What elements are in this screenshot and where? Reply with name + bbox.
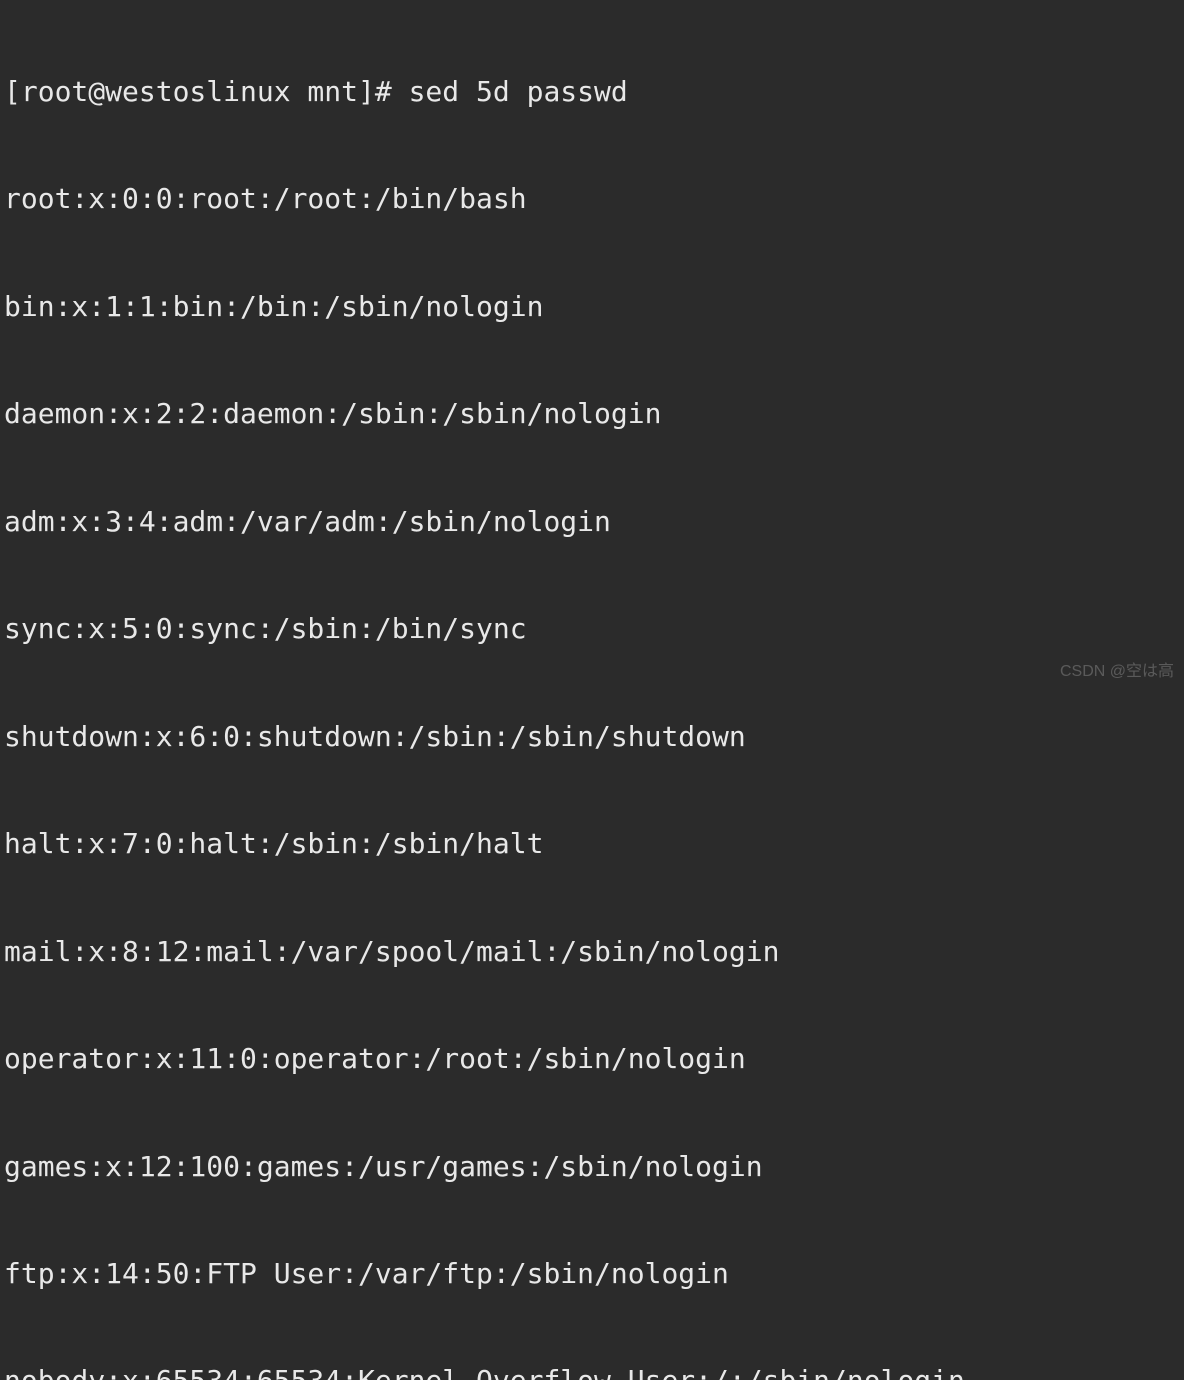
output-line: operator:x:11:0:operator:/root:/sbin/nol… bbox=[4, 1041, 1180, 1077]
output-line: bin:x:1:1:bin:/bin:/sbin/nologin bbox=[4, 289, 1180, 325]
output-line: nobody:x:65534:65534:Kernel Overflow Use… bbox=[4, 1363, 1180, 1380]
output-line: halt:x:7:0:halt:/sbin:/sbin/halt bbox=[4, 826, 1180, 862]
output-line: sync:x:5:0:sync:/sbin:/bin/sync bbox=[4, 611, 1180, 647]
output-line: adm:x:3:4:adm:/var/adm:/sbin/nologin bbox=[4, 504, 1180, 540]
output-line: ftp:x:14:50:FTP User:/var/ftp:/sbin/nolo… bbox=[4, 1256, 1180, 1292]
watermark-text: CSDN @空は高 bbox=[1060, 662, 1174, 682]
command-text: sed 5d passwd bbox=[409, 75, 628, 108]
terminal-window[interactable]: [root@westoslinux mnt]# sed 5d passwd ro… bbox=[4, 2, 1180, 1380]
output-line: shutdown:x:6:0:shutdown:/sbin:/sbin/shut… bbox=[4, 719, 1180, 755]
output-line: root:x:0:0:root:/root:/bin/bash bbox=[4, 181, 1180, 217]
command-line: [root@westoslinux mnt]# sed 5d passwd bbox=[4, 74, 1180, 110]
output-line: mail:x:8:12:mail:/var/spool/mail:/sbin/n… bbox=[4, 934, 1180, 970]
output-line: daemon:x:2:2:daemon:/sbin:/sbin/nologin bbox=[4, 396, 1180, 432]
shell-prompt: [root@westoslinux mnt]# bbox=[4, 75, 409, 108]
output-line: games:x:12:100:games:/usr/games:/sbin/no… bbox=[4, 1149, 1180, 1185]
